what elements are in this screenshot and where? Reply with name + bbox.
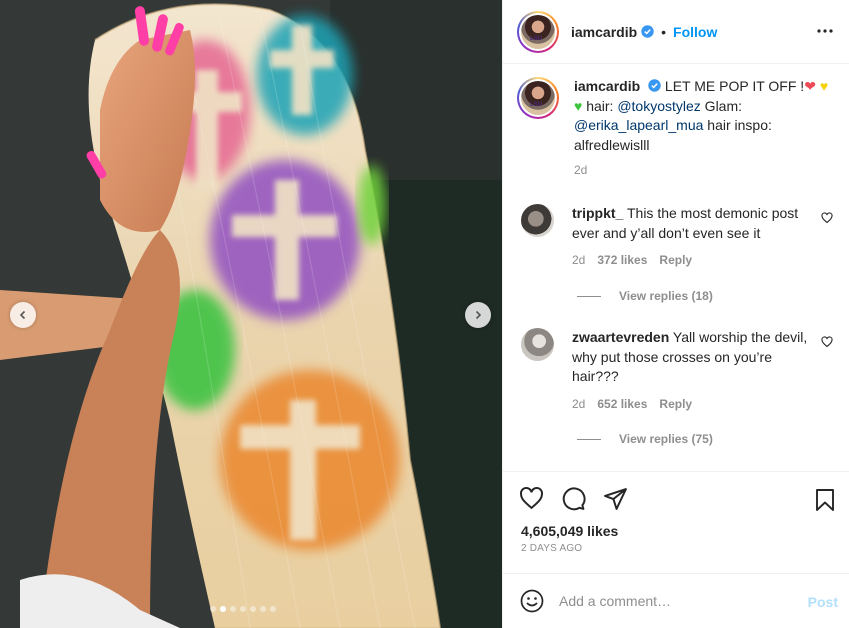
reply-button[interactable]: Reply: [659, 251, 692, 271]
comment-like-heart-icon[interactable]: [821, 212, 833, 224]
comment-likes[interactable]: 652 likes: [597, 395, 647, 415]
view-replies-label: View replies (75): [619, 432, 713, 446]
caption-story-ring[interactable]: LSU: [517, 77, 559, 119]
carousel-dot: [250, 606, 256, 612]
post-side-panel: LSU iamcardib • Follow LSU iamcardib LET…: [502, 0, 849, 628]
carousel-dot: [260, 606, 266, 612]
caption-text-part: LET ME POP IT OFF !: [664, 78, 805, 94]
view-replies-label: View replies (18): [619, 289, 713, 303]
next-slide-button[interactable]: [465, 302, 491, 328]
avatar: LSU: [521, 14, 555, 49]
comment-body: zwaartevreden Yall worship the devil, wh…: [572, 328, 812, 414]
comment-item: zwaartevreden Yall worship the devil, wh…: [521, 328, 841, 414]
divider-line: [577, 295, 601, 297]
comment-likes[interactable]: 372 likes: [597, 251, 647, 271]
caption-text-part: hair:: [582, 97, 618, 114]
follow-button[interactable]: Follow: [673, 24, 717, 40]
reply-button[interactable]: Reply: [659, 395, 692, 415]
carousel-dot: [210, 606, 216, 612]
post-media[interactable]: [0, 0, 502, 628]
chevron-left-icon: [18, 310, 28, 320]
comment-icon[interactable]: [561, 486, 586, 511]
caption-username[interactable]: iamcardib: [574, 78, 640, 94]
carousel-dot: [240, 606, 246, 612]
caption-text-part: Glam:: [700, 97, 743, 114]
yellow-heart-emoji: ♥: [819, 78, 829, 94]
commenter-avatar[interactable]: [521, 328, 554, 361]
story-ring[interactable]: LSU: [517, 10, 559, 53]
instagram-post: LSU iamcardib • Follow LSU iamcardib LET…: [0, 0, 849, 628]
comment-username[interactable]: zwaartevreden: [572, 329, 669, 345]
red-heart-emoji: ❤: [804, 78, 816, 94]
separator: •: [661, 23, 667, 40]
commenter-avatar[interactable]: [521, 204, 554, 237]
comment-item: trippkt_ This the most demonic post ever…: [521, 204, 841, 271]
caption-text: iamcardib LET ME POP IT OFF !❤ ♥ ♥ hair:…: [574, 77, 832, 181]
carousel-dot: [220, 606, 226, 612]
more-options-icon[interactable]: [816, 22, 834, 40]
verified-badge-icon: [641, 25, 654, 38]
action-icons: [519, 486, 628, 511]
carousel-dot: [230, 606, 236, 612]
comment-time[interactable]: 2d: [572, 395, 585, 415]
comment-time[interactable]: 2d: [572, 251, 585, 271]
post-date[interactable]: 2 DAYS AGO: [521, 543, 582, 554]
previous-slide-button[interactable]: [10, 302, 36, 328]
view-replies-button[interactable]: View replies (18): [577, 289, 713, 303]
post-caption: LSU iamcardib LET ME POP IT OFF !❤ ♥ ♥ h…: [517, 77, 837, 181]
bookmark-icon[interactable]: [814, 488, 836, 512]
comment-body: trippkt_ This the most demonic post ever…: [572, 204, 812, 271]
comment-meta: 2d 652 likes Reply: [572, 395, 812, 415]
post-actions: 4,605,049 likes 2 DAYS AGO: [503, 471, 849, 573]
share-icon[interactable]: [603, 486, 628, 511]
comments-section[interactable]: LSU iamcardib LET ME POP IT OFF !❤ ♥ ♥ h…: [503, 65, 849, 470]
post-comment-button[interactable]: Post: [808, 594, 838, 610]
caption-timestamp[interactable]: 2d: [574, 161, 832, 181]
header-username[interactable]: iamcardib: [571, 24, 637, 40]
post-header: LSU iamcardib • Follow: [503, 0, 849, 64]
comment-input[interactable]: [559, 593, 799, 609]
mention-link[interactable]: @erika_lapearl_mua: [574, 117, 703, 133]
carousel-indicator: [210, 606, 276, 612]
emoji-icon[interactable]: [520, 589, 544, 613]
divider-line: [577, 438, 601, 440]
carousel-dot: [270, 606, 276, 612]
add-comment-bar: Post: [503, 573, 849, 628]
view-replies-button[interactable]: View replies (75): [577, 432, 713, 446]
chevron-right-icon: [473, 310, 483, 320]
caption-avatar: LSU: [521, 81, 555, 115]
post-photo: [0, 0, 502, 628]
comment-like-heart-icon[interactable]: [821, 336, 833, 348]
mention-link[interactable]: @tokyostylez: [617, 98, 700, 114]
comment-username[interactable]: trippkt_: [572, 205, 623, 221]
comment-meta: 2d 372 likes Reply: [572, 251, 812, 271]
caption-avatar-badge-text: LSU: [530, 102, 542, 108]
heart-icon[interactable]: [519, 486, 544, 511]
likes-count[interactable]: 4,605,049 likes: [521, 523, 618, 539]
verified-badge-icon: [648, 79, 661, 92]
avatar-badge-text: LSU: [530, 35, 542, 42]
